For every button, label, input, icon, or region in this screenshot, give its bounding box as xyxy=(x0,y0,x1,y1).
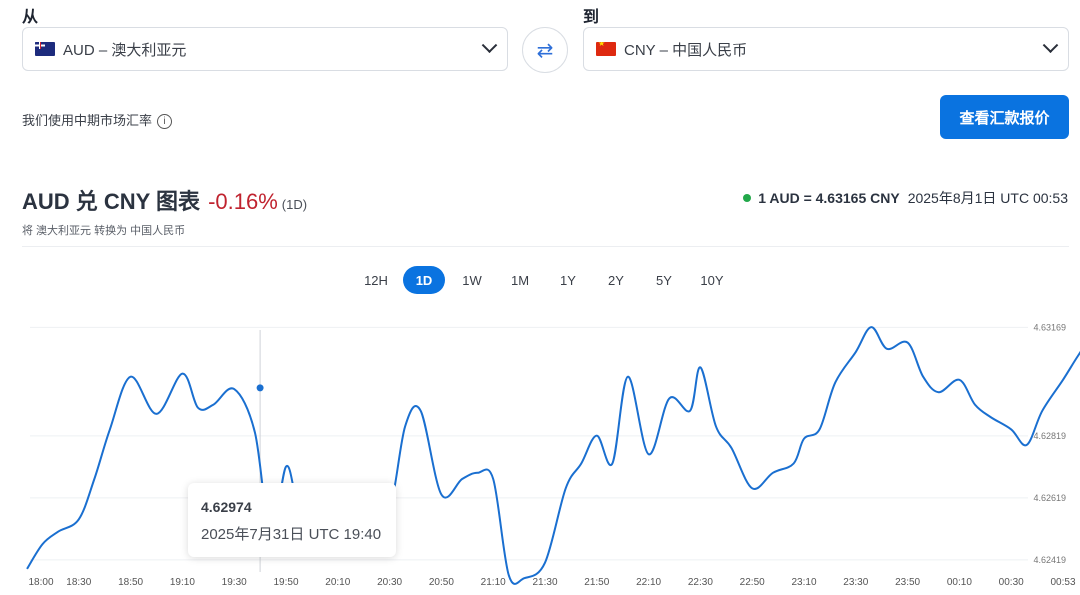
rate-series-line xyxy=(26,326,1080,585)
hover-point xyxy=(256,384,264,392)
x-tick-label: 20:50 xyxy=(429,577,454,588)
view-quote-button[interactable]: 查看汇款报价 xyxy=(940,95,1069,139)
x-tick-label: 23:30 xyxy=(843,577,868,588)
rate-timestamp: 2025年8月1日 UTC 00:53 xyxy=(907,190,1068,206)
divider xyxy=(22,246,1069,247)
mid-market-note: 我们使用中期市场汇率 i xyxy=(22,110,173,130)
from-label: 从 xyxy=(22,9,39,26)
range-tab-2y[interactable]: 2Y xyxy=(592,266,640,294)
chart-title: AUD 兑 CNY 图表 xyxy=(22,189,201,214)
chart-tooltip: 4.62974 2025年7月31日 UTC 19:40 xyxy=(188,483,396,557)
x-tick-label: 00:10 xyxy=(947,577,972,588)
x-tick-label: 23:50 xyxy=(895,577,920,588)
x-tick-label: 21:30 xyxy=(532,577,557,588)
live-dot-icon xyxy=(743,194,752,202)
y-tick-label: 4.62819 xyxy=(1033,431,1066,441)
y-tick-label: 4.62619 xyxy=(1033,493,1066,503)
x-tick-label: 20:10 xyxy=(325,577,350,588)
x-tick-label: 21:10 xyxy=(481,577,506,588)
change-period: (1D) xyxy=(281,197,308,212)
x-tick-label: 22:30 xyxy=(688,577,713,588)
range-tab-12h[interactable]: 12H xyxy=(352,266,400,294)
x-tick-label: 19:50 xyxy=(273,577,298,588)
chart-title-block: AUD 兑 CNY 图表 -0.16% (1D) xyxy=(22,184,307,216)
tooltip-date: 2025年7月31日 UTC 19:40 xyxy=(201,526,382,543)
range-tab-1w[interactable]: 1W xyxy=(448,266,496,294)
x-tick-label: 18:50 xyxy=(118,577,143,588)
range-tab-1y[interactable]: 1Y xyxy=(544,266,592,294)
chevron-down-icon xyxy=(1042,36,1059,53)
range-tab-1d[interactable]: 1D xyxy=(403,266,445,294)
x-tick-label: 19:10 xyxy=(170,577,195,588)
x-tick-label: 00:53 xyxy=(1050,577,1075,588)
range-tab-5y[interactable]: 5Y xyxy=(640,266,688,294)
x-tick-label: 22:50 xyxy=(740,577,765,588)
x-tick-label: 18:00 xyxy=(28,577,53,588)
live-rate: 1 AUD = 4.63165 CNY 2025年8月1日 UTC 00:53 xyxy=(743,188,1068,208)
mid-market-note-text: 我们使用中期市场汇率 xyxy=(22,113,153,128)
from-currency-select[interactable]: AUD – 澳大利亚元 xyxy=(22,27,508,71)
change-percent: -0.16% xyxy=(208,189,278,214)
x-tick-label: 00:30 xyxy=(999,577,1024,588)
x-tick-label: 23:10 xyxy=(791,577,816,588)
au-flag-icon xyxy=(35,42,55,56)
range-tab-10y[interactable]: 10Y xyxy=(688,266,736,294)
from-currency-value: AUD – 澳大利亚元 xyxy=(63,41,187,59)
rate-line-chart[interactable]: 4.63169 4.62819 4.62619 4.62419 18:00 18:30 18… xyxy=(0,300,1080,595)
x-tick-label: 18:30 xyxy=(66,577,91,588)
swap-currencies-button[interactable]: ⇄ xyxy=(522,27,568,73)
info-icon[interactable]: i xyxy=(157,114,173,130)
chart-subtitle: 将 澳大利亚元 转换为 中国人民币 xyxy=(22,225,186,237)
x-tick-label: 21:50 xyxy=(584,577,609,588)
rate-value: 1 AUD = 4.63165 CNY xyxy=(758,190,900,206)
x-tick-label: 20:30 xyxy=(377,577,402,588)
range-tabs: 12H 1D 1W 1M 1Y 2Y 5Y 10Y xyxy=(352,266,736,294)
range-tab-1m[interactable]: 1M xyxy=(496,266,544,294)
tooltip-value: 4.62974 xyxy=(201,499,252,515)
to-currency-value: CNY – 中国人民币 xyxy=(624,41,748,59)
x-tick-label: 22:10 xyxy=(636,577,661,588)
chevron-down-icon xyxy=(481,36,498,53)
y-tick-label: 4.63169 xyxy=(1033,322,1066,332)
to-currency-select[interactable]: CNY – 中国人民币 xyxy=(583,27,1069,71)
x-tick-label: 19:30 xyxy=(222,577,247,588)
y-tick-label: 4.62419 xyxy=(1033,555,1066,565)
to-label: 到 xyxy=(583,9,600,26)
swap-icon: ⇄ xyxy=(536,39,554,62)
cn-flag-icon xyxy=(596,42,616,56)
